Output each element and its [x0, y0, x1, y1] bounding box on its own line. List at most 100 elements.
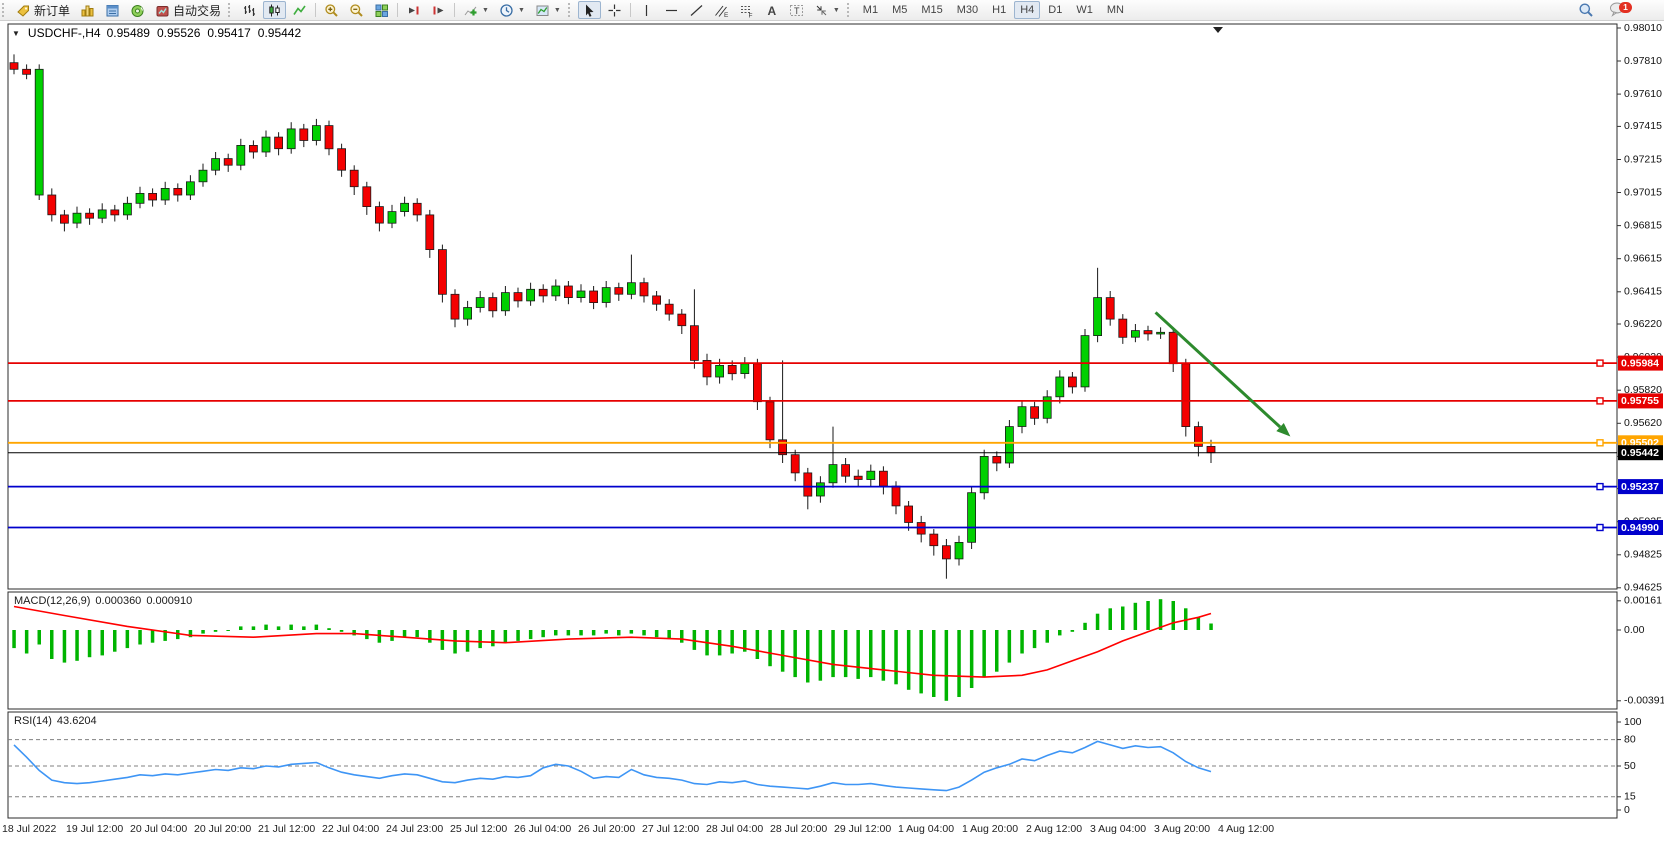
svg-text:100: 100: [1624, 716, 1642, 728]
price-tag: 0.95755: [1618, 393, 1663, 408]
fibonacci-button[interactable]: F: [735, 1, 758, 19]
equidistant-channel-icon: E: [714, 3, 729, 18]
text-icon: A: [764, 3, 779, 18]
chart-shift-button[interactable]: [427, 1, 450, 19]
bar-chart-button[interactable]: [238, 1, 261, 19]
collapse-triangle-icon[interactable]: ▼: [12, 29, 20, 38]
toolbar-grip: [847, 3, 854, 17]
time-scale[interactable]: 18 Jul 202219 Jul 12:0020 Jul 04:0020 Ju…: [2, 823, 1274, 835]
macd-pane[interactable]: [8, 592, 1617, 709]
autotrading-button[interactable]: 自动交易: [151, 1, 225, 19]
data-window-button[interactable]: [101, 1, 124, 19]
signals-button[interactable]: [126, 1, 149, 19]
equidistant-channel-button[interactable]: E: [710, 1, 733, 19]
high-value: 0.95526: [157, 26, 200, 40]
new-order-label: 新订单: [34, 2, 70, 19]
crosshair-button[interactable]: [603, 1, 626, 19]
auto-scroll-button[interactable]: [402, 1, 425, 19]
zoom-out-icon: [349, 3, 364, 18]
vertical-line-button[interactable]: [635, 1, 658, 19]
svg-text:0.96415: 0.96415: [1624, 286, 1662, 298]
dropdown-caret: ▼: [554, 7, 561, 14]
arrows-button[interactable]: ▼: [810, 1, 844, 19]
svg-text:0.94825: 0.94825: [1624, 549, 1662, 561]
svg-text:-0.00391: -0.00391: [1624, 695, 1664, 707]
timeframe-m5[interactable]: M5: [886, 1, 913, 19]
dropdown-caret: ▼: [833, 7, 840, 14]
tile-windows-button[interactable]: [370, 1, 393, 19]
svg-text:26 Jul 04:00: 26 Jul 04:00: [514, 823, 571, 835]
svg-text:28 Jul 20:00: 28 Jul 20:00: [770, 823, 827, 835]
svg-text:3 Aug 04:00: 3 Aug 04:00: [1090, 823, 1146, 835]
vertical-line-icon: [639, 3, 654, 18]
line-chart-icon: [292, 3, 307, 18]
timeframe-m15[interactable]: M15: [915, 1, 948, 19]
svg-text:0.96615: 0.96615: [1624, 252, 1662, 264]
zoom-out-button[interactable]: [345, 1, 368, 19]
timeframe-m1[interactable]: M1: [857, 1, 884, 19]
price-scale[interactable]: 0.001610.00-0.00391: [1617, 595, 1664, 707]
svg-text:0.95755: 0.95755: [1621, 395, 1659, 407]
signals-icon: [130, 3, 145, 18]
rsi-value: 43.6204: [57, 715, 97, 727]
charts-button[interactable]: [76, 1, 99, 19]
new-order-icon: [16, 3, 31, 18]
toolbar-grip: [568, 3, 575, 17]
search-icon: [1578, 2, 1594, 18]
zoom-in-button[interactable]: [320, 1, 343, 19]
indicators-button[interactable]: ▼: [459, 1, 493, 19]
notification-badge: 1: [1619, 2, 1632, 13]
timeframe-h1[interactable]: H1: [986, 1, 1012, 19]
chart-shift-icon: [431, 3, 446, 18]
tile-windows-icon: [374, 3, 389, 18]
toolbar: 新订单 自动交易 ▼ ▼: [0, 0, 1664, 21]
candlestick-chart-icon: [267, 3, 282, 18]
svg-text:24 Jul 23:00: 24 Jul 23:00: [386, 823, 443, 835]
price-scale[interactable]: 0.980100.978100.976100.974150.972150.970…: [1617, 22, 1662, 594]
svg-text:0.95984: 0.95984: [1621, 357, 1659, 369]
chart-window[interactable]: 0.980100.978100.976100.974150.972150.970…: [0, 20, 1664, 841]
candlestick-chart-button[interactable]: [263, 1, 286, 19]
svg-text:A: A: [767, 4, 776, 18]
arrows-icon: [814, 3, 829, 18]
svg-text:20 Jul 20:00: 20 Jul 20:00: [194, 823, 251, 835]
new-order-button[interactable]: 新订单: [12, 1, 74, 19]
macd-label: MACD(12,26,9)0.0003600.000910: [14, 595, 197, 607]
open-value: 0.95489: [107, 26, 150, 40]
chart-canvas[interactable]: 0.980100.978100.976100.974150.972150.970…: [0, 20, 1664, 841]
svg-text:22 Jul 04:00: 22 Jul 04:00: [322, 823, 379, 835]
notifications-button[interactable]: 1: [1609, 1, 1626, 20]
periods-button[interactable]: ▼: [495, 1, 529, 19]
svg-text:26 Jul 20:00: 26 Jul 20:00: [578, 823, 635, 835]
trendline-button[interactable]: [685, 1, 708, 19]
toolbar-separator: [397, 3, 398, 17]
templates-button[interactable]: ▼: [531, 1, 565, 19]
svg-text:0.95620: 0.95620: [1624, 417, 1662, 429]
price-scale[interactable]: 1008050150: [1617, 716, 1642, 816]
text-button[interactable]: A: [760, 1, 783, 19]
svg-text:20 Jul 04:00: 20 Jul 04:00: [130, 823, 187, 835]
timeframe-w1[interactable]: W1: [1070, 1, 1099, 19]
svg-text:0.96815: 0.96815: [1624, 219, 1662, 231]
price-tag: 0.95984: [1618, 356, 1663, 371]
svg-text:27 Jul 12:00: 27 Jul 12:00: [642, 823, 699, 835]
dropdown-caret: ▼: [482, 7, 489, 14]
trendline-icon: [689, 3, 704, 18]
timeframe-d1[interactable]: D1: [1042, 1, 1068, 19]
timeframe-mn[interactable]: MN: [1101, 1, 1130, 19]
svg-text:E: E: [724, 12, 729, 18]
timeframe-h4[interactable]: H4: [1014, 1, 1040, 19]
svg-text:3 Aug 20:00: 3 Aug 20:00: [1154, 823, 1210, 835]
svg-text:80: 80: [1624, 733, 1636, 745]
line-chart-button[interactable]: [288, 1, 311, 19]
timeframe-m30[interactable]: M30: [951, 1, 984, 19]
rsi-pane[interactable]: [8, 712, 1617, 818]
cursor-button[interactable]: [578, 1, 601, 19]
svg-text:0.96220: 0.96220: [1624, 318, 1662, 330]
horizontal-line-button[interactable]: [660, 1, 683, 19]
search-button[interactable]: [1574, 1, 1598, 19]
price-tag: 0.95237: [1618, 479, 1663, 494]
price-tag: 0.94990: [1618, 520, 1663, 535]
main-pane[interactable]: [8, 24, 1617, 589]
text-label-button[interactable]: T: [785, 1, 808, 19]
